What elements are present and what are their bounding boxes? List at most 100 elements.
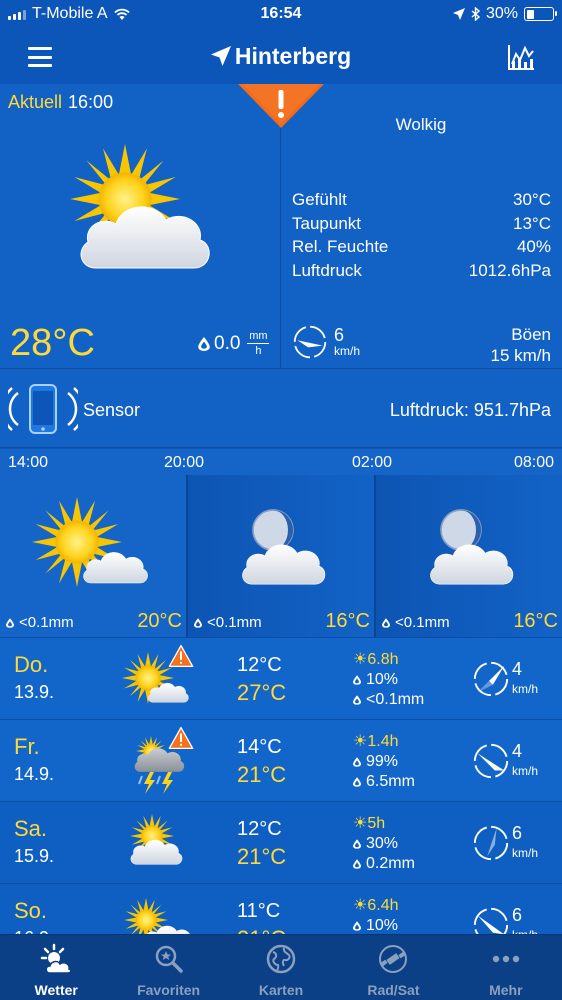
moon-cloud-icon	[430, 509, 514, 585]
sun-cloud-icon	[70, 144, 210, 269]
satellite-icon	[379, 945, 408, 973]
sun-cloud-warning-icon	[122, 644, 194, 704]
weather-icon	[40, 943, 72, 974]
day-row[interactable]: Fr. 14.9. 14°C 21°C ☀1.4h 99% 6.5mm 4 km…	[0, 719, 562, 801]
detail-row: Luftdruck 1012.6hPa	[292, 261, 551, 285]
hourly-precip: <0.1mm	[382, 614, 450, 631]
rain-drop-icon	[353, 839, 361, 849]
hour-label: 20:00	[164, 454, 205, 471]
hourly-period[interactable]: <0.1mm 16°C	[188, 475, 374, 637]
detail-value: 40%	[516, 237, 551, 256]
tab-label: Karten	[258, 982, 304, 998]
precip-unit-top: mm	[249, 330, 268, 342]
detail-label: Taupunkt	[292, 213, 361, 233]
day-sun-hours: ☀6.8h	[353, 651, 399, 668]
rain-drop-icon	[353, 777, 361, 787]
phone-sensor-icon	[8, 384, 78, 434]
tab-radsat[interactable]: Rad/Sat	[337, 935, 449, 1000]
rain-drop-icon	[6, 618, 14, 628]
condition-text: Wolkig	[395, 115, 447, 134]
daily-forecast: Do. 13.9. 12°C 27°C ☀6.8h 10% <0.1mm 4 k…	[0, 637, 562, 965]
current-precip: 0.0 mm h	[198, 330, 270, 357]
detail-value: 1012.6hPa	[468, 260, 551, 280]
moon-cloud-icon	[242, 509, 326, 585]
wind-speed: 6	[334, 325, 345, 345]
tab-favoriten[interactable]: Favoriten	[112, 935, 224, 1000]
day-sun-hours: ☀1.4h	[353, 733, 399, 750]
day-row[interactable]: Do. 13.9. 12°C 27°C ☀6.8h 10% <0.1mm 4 k…	[0, 637, 562, 719]
rain-drop-icon	[353, 675, 361, 685]
tab-bar: Wetter Favoriten Karten Rad/Sat Mehr	[0, 934, 562, 1000]
wind-unit: km/h	[334, 344, 361, 358]
day-sun-hours: ☀6.4h	[353, 897, 399, 914]
day-row[interactable]: Sa. 15.9. 12°C 21°C ☀5h 30% 0.2mm 6 km/h	[0, 801, 562, 883]
day-name: Do.	[14, 652, 49, 677]
current-time-label: Aktuell 16:00	[8, 92, 113, 113]
chart-icon[interactable]	[506, 42, 536, 72]
tab-karten[interactable]: Karten	[225, 935, 337, 1000]
battery-icon	[524, 7, 557, 21]
rain-drop-icon	[353, 695, 361, 705]
tab-mehr[interactable]: Mehr	[450, 935, 562, 1000]
hourly-temp: 20°C	[137, 610, 182, 632]
current-conditions[interactable]: Aktuell 16:00 Wolkig Gefühlt 30°C Taupunkt…	[0, 84, 562, 368]
location-arrow-icon	[452, 8, 465, 20]
status-bar: T-Mobile A 16:54 30%	[0, 0, 562, 30]
day-temp-min: 11°C	[237, 900, 281, 922]
day-wind-speed: 6	[512, 823, 523, 843]
day-temp-max: 21°C	[237, 762, 287, 787]
tab-wetter[interactable]: Wetter	[0, 935, 112, 1000]
detail-row: Taupunkt 13°C	[292, 214, 551, 238]
hourly-temp: 16°C	[513, 610, 558, 632]
sensor-row[interactable]: Sensor Luftdruck: 951.7hPa	[0, 368, 562, 448]
hourly-forecast[interactable]: 14:00 20:00 02:00 08:00 <0.1mm 20°C <0.1…	[0, 449, 562, 637]
rain-drop-icon	[198, 337, 210, 351]
day-wind-unit: km/h	[512, 682, 539, 696]
day-temp-min: 12°C	[237, 654, 282, 676]
hourly-period[interactable]: <0.1mm 20°C	[0, 475, 186, 637]
day-precip-prob: 99%	[353, 752, 398, 772]
day-precip-amount: 6.5mm	[353, 772, 415, 792]
day-precip-prob: 10%	[353, 916, 398, 936]
rain-drop-icon	[382, 618, 390, 628]
sun-small-icon: ☀	[353, 897, 368, 914]
sun-small-icon: ☀	[353, 733, 368, 750]
hourly-period[interactable]: <0.1mm 16°C	[376, 475, 562, 637]
rain-drop-icon	[194, 618, 202, 628]
day-date: 15.9.	[14, 846, 55, 866]
detail-value: 13°C	[513, 213, 551, 233]
detail-label: Rel. Feuchte	[292, 237, 389, 256]
gust-info: Böen 15 km/h	[491, 324, 551, 366]
hourly-precip: <0.1mm	[194, 614, 262, 631]
day-sun-hours: ☀5h	[353, 815, 386, 832]
day-precip-amount: <0.1mm	[353, 690, 424, 710]
day-date: 13.9.	[14, 682, 55, 702]
current-temperature: 28°C	[10, 322, 95, 364]
detail-row: Rel. Feuchte 40%	[292, 237, 551, 261]
location-title[interactable]: Hinterberg	[0, 43, 562, 70]
thunderstorm-warning-icon	[134, 726, 194, 794]
tab-label: Wetter	[34, 982, 78, 998]
globe-icon	[266, 944, 296, 974]
hour-label: 08:00	[513, 454, 554, 471]
wind-direction-icon	[472, 742, 510, 780]
sun-small-icon: ☀	[353, 651, 368, 668]
hourly-precip: <0.1mm	[6, 614, 74, 631]
wind-direction-icon	[472, 824, 510, 862]
location-arrow-icon	[210, 46, 231, 66]
day-precip-prob: 30%	[353, 834, 398, 854]
sensor-pressure: Luftdruck: 951.7hPa	[389, 400, 551, 420]
tab-label: Favoriten	[137, 982, 201, 998]
gust-label: Böen	[511, 325, 551, 344]
status-right: 30%	[452, 5, 557, 23]
day-date: 14.9.	[14, 764, 55, 784]
bluetooth-icon	[471, 7, 480, 21]
location-name: Hinterberg	[234, 43, 352, 69]
hourly-temp: 16°C	[325, 610, 370, 632]
nav-bar: Hinterberg	[0, 30, 562, 84]
day-wind-speed: 6	[512, 905, 523, 925]
precip-value: 0.0	[214, 332, 241, 354]
tab-label: Mehr	[489, 982, 523, 998]
day-wind-unit: km/h	[512, 764, 539, 778]
detail-label: Luftdruck	[292, 260, 362, 280]
